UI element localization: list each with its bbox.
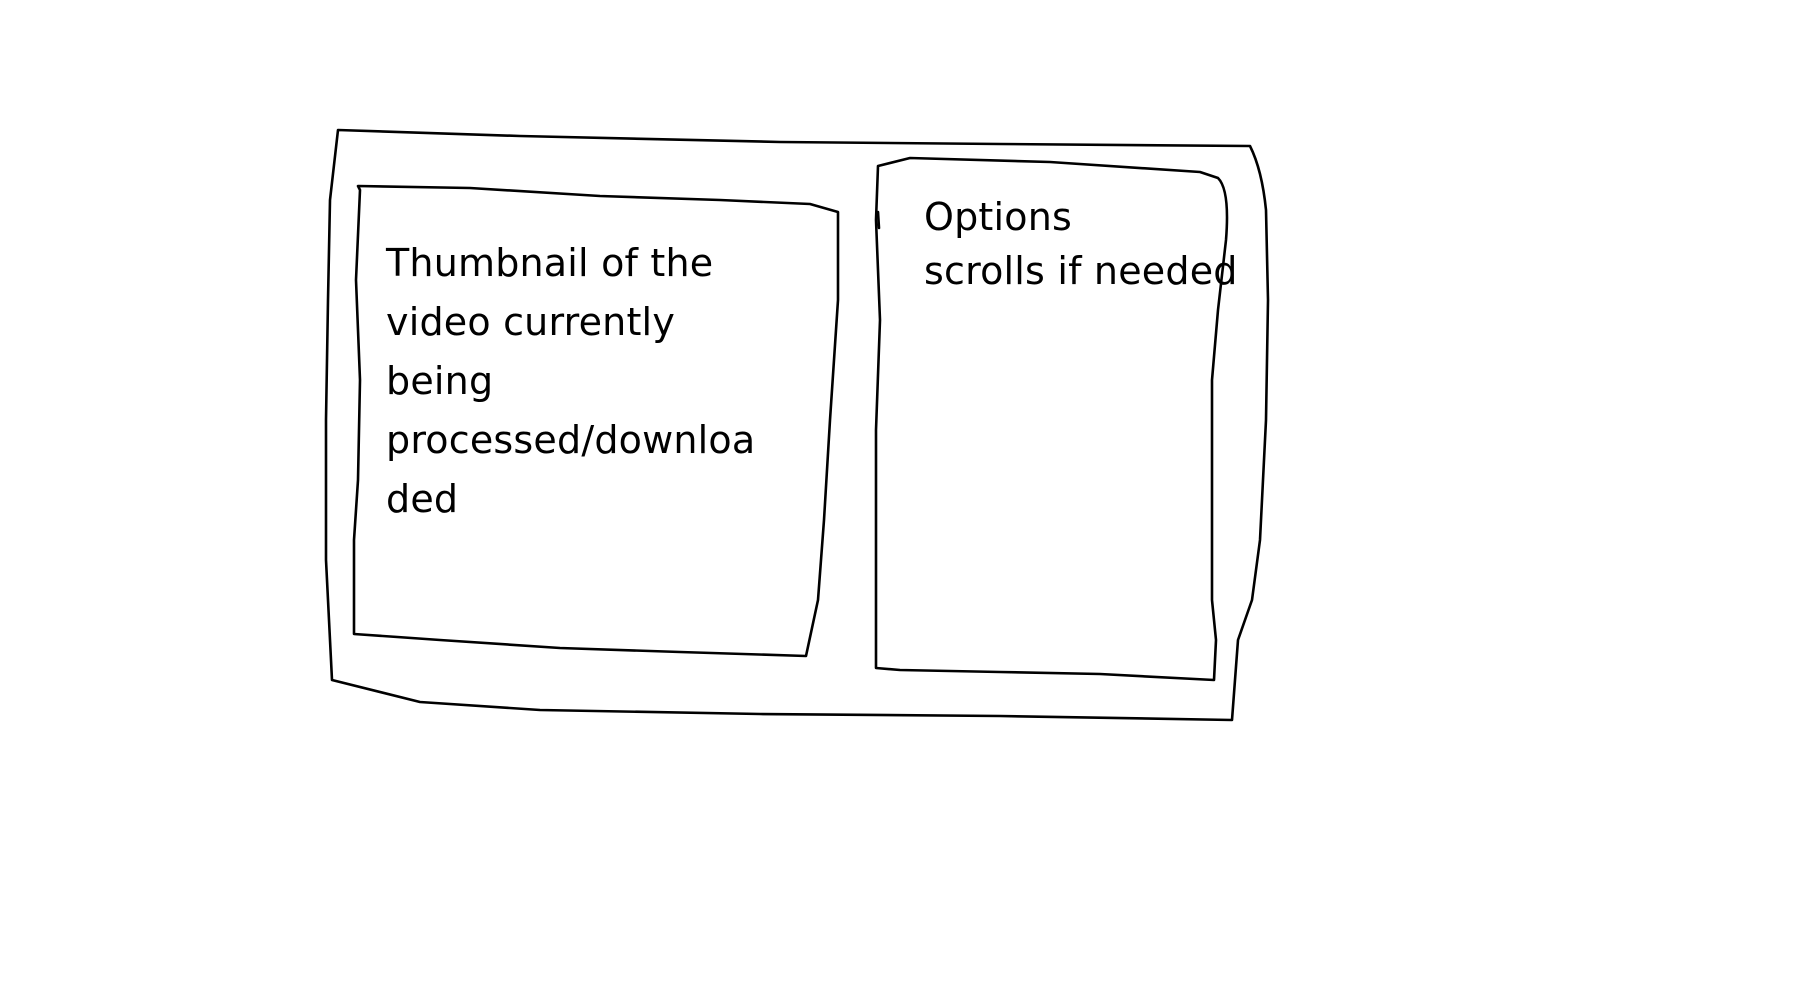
options-label-line: scrolls if needed — [924, 249, 1238, 293]
thumbnail-label-line: ded — [386, 477, 459, 521]
thumbnail-label-line: processed/downloa — [386, 418, 756, 462]
options-label-line: Options — [924, 195, 1073, 239]
thumbnail-label-line: Thumbnail of the — [386, 241, 714, 285]
options-label: Options scrolls if needed — [924, 190, 1238, 298]
thumbnail-label: Thumbnail of the video currently being p… — [386, 234, 755, 529]
thumbnail-label-line: video currently — [386, 300, 676, 344]
options-panel-tick — [876, 210, 881, 230]
thumbnail-label-line: being — [386, 359, 494, 403]
wireframe-sketch — [324, 128, 1270, 722]
